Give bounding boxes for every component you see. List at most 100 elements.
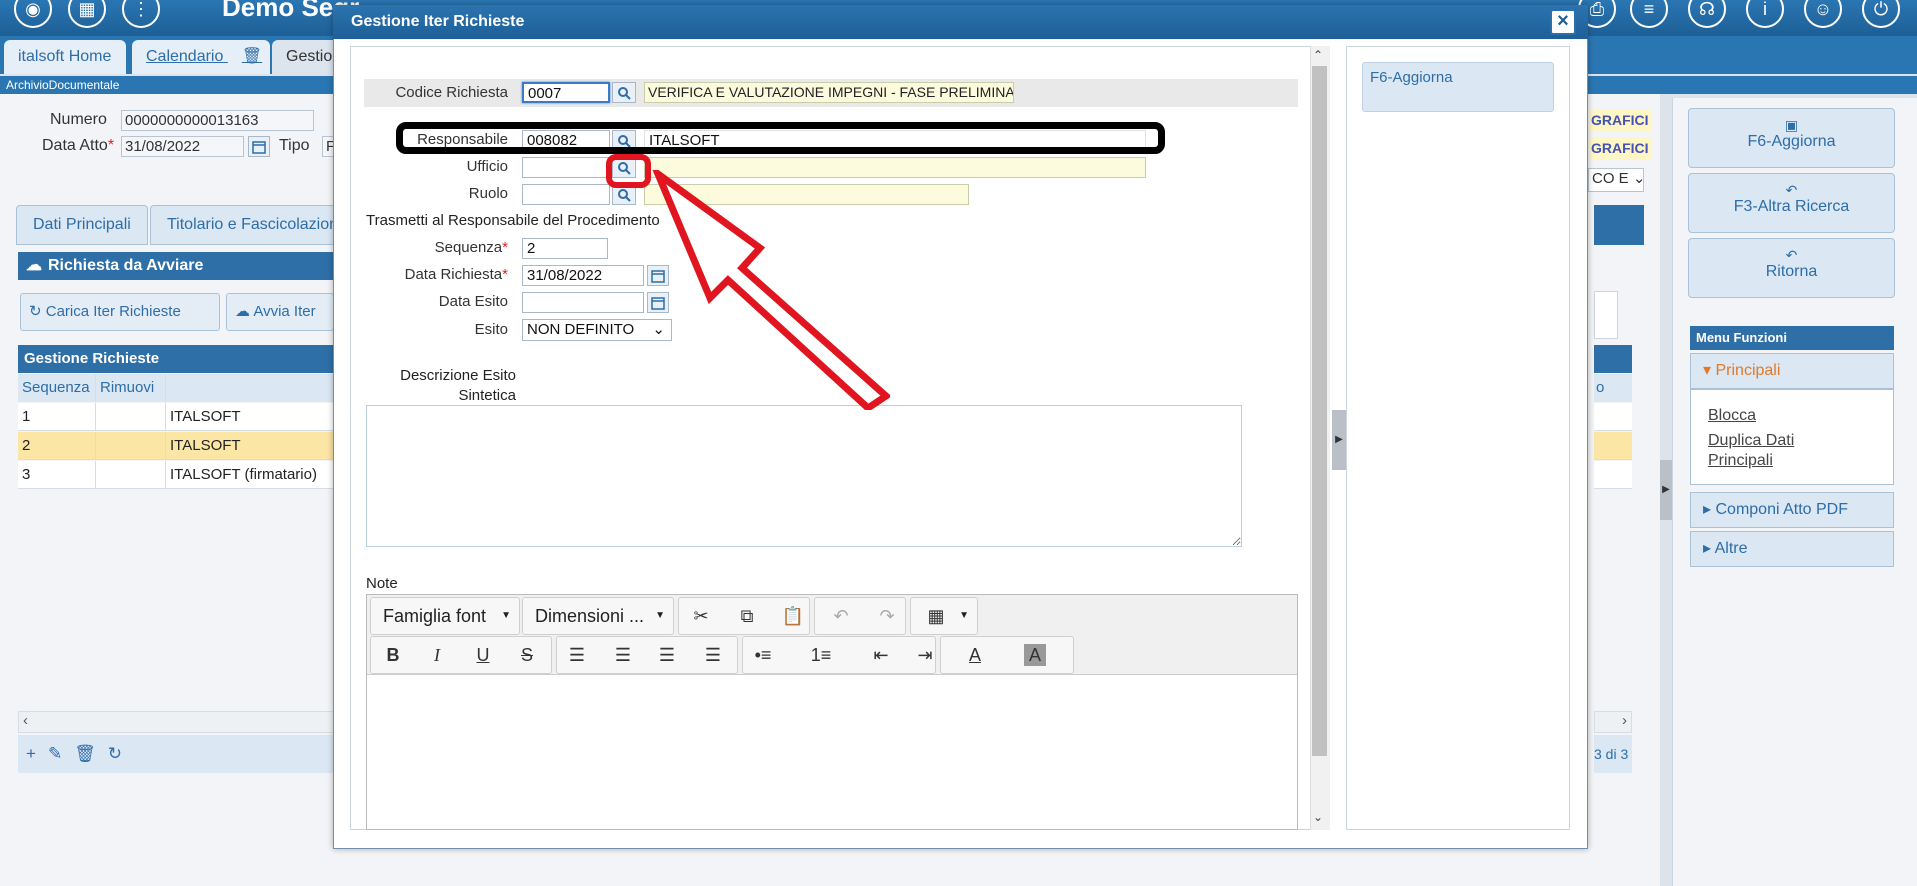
strikethrough-icon[interactable]: S — [512, 640, 542, 670]
italic-icon[interactable]: I — [422, 640, 452, 670]
caret-down-icon: ▼ — [655, 610, 665, 621]
tab-titolario[interactable]: Titolario e Fascicolazion — [150, 205, 356, 245]
align-right-icon[interactable]: ☰ — [652, 640, 682, 670]
menu-principali[interactable]: ▾ Principali — [1690, 353, 1894, 389]
align-justify-icon[interactable]: ☰ — [698, 640, 728, 670]
grafici-button-2[interactable]: GRAFICI — [1589, 137, 1651, 159]
font-family-dropdown[interactable]: Famiglia font ▼ — [370, 597, 520, 635]
duplica-dati-link[interactable]: Duplica Dati — [1708, 431, 1794, 451]
grid-title: Gestione Richieste — [18, 345, 334, 373]
co-select[interactable]: CO E ⌄ — [1588, 168, 1644, 192]
esito-label: Esito — [474, 321, 508, 338]
carica-iter-button[interactable]: ↻ Carica Iter Richieste — [20, 293, 220, 331]
trash-icon[interactable]: 🗑 — [242, 48, 262, 65]
numero-field[interactable]: 0000000000013163 — [121, 110, 314, 131]
table-row-right[interactable] — [1594, 461, 1632, 489]
menu-altre[interactable]: ▸ Altre — [1690, 531, 1894, 567]
search-icon[interactable] — [612, 82, 636, 103]
align-left-icon[interactable]: ☰ — [562, 640, 592, 670]
richiesta-da-avviare-header: ☁ Richiesta da Avviare — [18, 252, 334, 280]
ritorna-button[interactable]: ↶ Ritorna — [1688, 238, 1895, 298]
collapse-icon[interactable]: ▶ — [1332, 410, 1346, 470]
menu-componi-atto[interactable]: ▸ Componi Atto PDF — [1690, 492, 1894, 528]
highlight-circle — [606, 154, 651, 188]
highlight-box — [396, 122, 1165, 154]
table-row-right[interactable] — [1594, 403, 1632, 431]
table-row[interactable]: 1 ITALSOFT — [18, 403, 334, 431]
sequenza-input[interactable]: 2 — [522, 238, 608, 259]
align-center-icon[interactable]: ☰ — [608, 640, 638, 670]
bold-icon[interactable]: B — [378, 640, 408, 670]
cell-seq: 3 — [18, 461, 96, 488]
tab-dati-principali[interactable]: Dati Principali — [16, 205, 148, 245]
add-icon[interactable]: + — [26, 744, 48, 763]
modal-scroll-thumb[interactable] — [1312, 66, 1327, 756]
scroll-down-icon[interactable]: ⌄ — [1313, 810, 1323, 824]
tab-calendario[interactable]: Calendario 🗑 — [132, 40, 270, 74]
menu-funzioni-header: Menu Funzioni — [1690, 326, 1894, 350]
cloud-icon: ☁ — [26, 257, 42, 274]
tab-italsoft-home[interactable]: italsoft Home — [4, 40, 126, 74]
grid-title-right — [1594, 345, 1632, 373]
descrizione-label: Descrizione Esito Sintetica — [400, 367, 516, 404]
bullet-list-icon[interactable]: •≡ — [748, 640, 778, 670]
indent-icon[interactable]: ⇥ — [910, 640, 940, 670]
ufficio-input[interactable] — [522, 157, 610, 178]
refresh-icon: ↻ — [29, 303, 42, 320]
f6-aggiorna-button[interactable]: ▣ F6-Aggiorna — [1688, 108, 1895, 168]
data-esito-input[interactable] — [522, 292, 644, 313]
collapse-icon[interactable]: ▶ — [1660, 460, 1672, 520]
descrizione-textarea[interactable] — [366, 405, 1242, 547]
modal-f6-aggiorna-button[interactable]: F6-Aggiorna — [1362, 62, 1554, 112]
tab-gestione[interactable]: Gestio — [272, 40, 342, 74]
grafici-button-1[interactable]: GRAFICI — [1589, 109, 1651, 131]
tipo-label: Tipo — [279, 137, 310, 154]
codice-description: VERIFICA E VALUTAZIONE IMPEGNI - FASE PR… — [644, 82, 1014, 103]
refresh-icon[interactable]: ↻ — [108, 744, 134, 763]
horizontal-scrollbar[interactable]: ‹ — [18, 711, 334, 733]
ruolo-input[interactable] — [522, 184, 610, 205]
font-size-dropdown[interactable]: Dimensioni ... ▼ — [522, 597, 674, 635]
modal-side-panel — [1346, 46, 1570, 830]
edit-icon[interactable]: ✎ — [48, 744, 74, 763]
codice-input[interactable]: 0007 — [522, 82, 610, 103]
cut-icon[interactable]: ✂ — [686, 601, 716, 631]
col-sequenza[interactable]: Sequenza — [18, 374, 96, 402]
calendar-icon[interactable] — [248, 136, 270, 157]
numbered-list-icon[interactable]: 1≡ — [806, 640, 836, 670]
copy-icon[interactable]: ⧉ — [732, 601, 762, 631]
close-icon[interactable]: × — [1550, 9, 1576, 35]
trasmetti-label: Trasmetti al Responsabile del Procedimen… — [366, 212, 660, 229]
col-rimuovi[interactable]: Rimuovi — [96, 374, 166, 402]
redo-icon[interactable]: ↷ — [872, 601, 902, 631]
f3-altra-ricerca-button[interactable]: ↶ F3-Altra Ricerca — [1688, 173, 1895, 233]
principali-link[interactable]: Principali — [1708, 451, 1773, 471]
data-richiesta-input[interactable]: 31/08/2022 — [522, 265, 644, 286]
data-atto-field[interactable]: 31/08/2022 — [121, 136, 244, 157]
table-dropdown[interactable]: ▦ ▼ — [910, 597, 978, 635]
undo-icon: ↶ — [1785, 182, 1798, 198]
tab-bar-right — [1594, 205, 1644, 245]
data-esito-label: Data Esito — [438, 293, 508, 310]
undo-icon[interactable]: ↶ — [826, 601, 856, 631]
underline-icon[interactable]: U — [468, 640, 498, 670]
paste-icon[interactable]: 📋 — [778, 601, 808, 631]
cell-seq: 2 — [18, 432, 96, 459]
outdent-icon[interactable]: ⇤ — [866, 640, 896, 670]
table-row[interactable]: 3 ITALSOFT (firmatario) — [18, 461, 334, 489]
note-label: Note — [366, 575, 398, 592]
scroll-right-icon[interactable]: › — [1594, 711, 1632, 733]
table-row[interactable]: 2 ITALSOFT — [18, 432, 334, 460]
background-color-icon[interactable]: A — [1024, 644, 1046, 666]
grid-header: Sequenza Rimuovi — [18, 374, 334, 402]
blocca-link[interactable]: Blocca — [1708, 406, 1756, 426]
col-right[interactable]: o — [1594, 374, 1632, 402]
cell-name: ITALSOFT — [170, 408, 241, 425]
table-row-right[interactable] — [1594, 432, 1632, 460]
text-color-icon[interactable]: A — [960, 640, 990, 670]
scroll-left-icon[interactable]: ‹ — [23, 712, 28, 729]
scroll-up-icon[interactable]: ⌃ — [1313, 48, 1323, 62]
ruolo-label: Ruolo — [468, 185, 508, 202]
trash-icon[interactable]: 🗑 — [74, 744, 108, 763]
avvia-iter-button[interactable]: ☁ Avvia Iter — [226, 293, 334, 331]
